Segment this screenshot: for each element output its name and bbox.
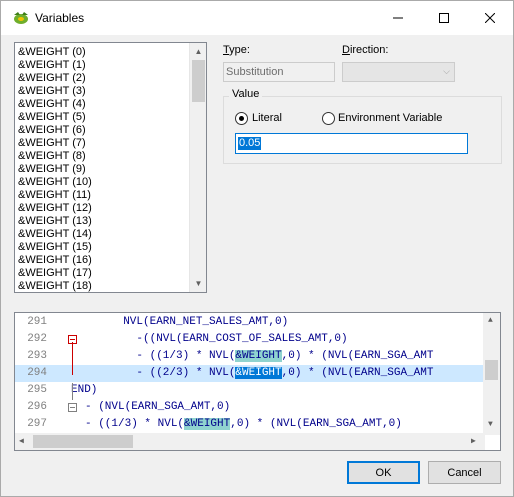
list-item[interactable]: &WEIGHT (15) (15, 241, 189, 254)
scroll-down-arrow-icon[interactable]: ▼ (488, 420, 493, 429)
radio-literal-label[interactable]: Literal (252, 112, 282, 124)
close-icon (485, 13, 495, 23)
code-line[interactable]: 293 - ((1/3) * NVL(&WEIGHT,0) * (NVL(EAR… (15, 348, 485, 365)
type-label-rest: ype: (229, 44, 250, 56)
code-line[interactable]: 295 END) (15, 382, 485, 399)
scroll-up-arrow-icon[interactable]: ▲ (488, 316, 493, 325)
code-text: - (NVL(EARN_SGA_AMT,0) (85, 399, 230, 416)
type-field: Substitution (223, 62, 335, 82)
list-item[interactable]: &WEIGHT (0) (15, 46, 189, 59)
value-input-selected-text: 0.05 (238, 137, 262, 150)
code-text: - ((1/3) * NVL(&WEIGHT,0) * (NVL(EARN_SG… (85, 416, 402, 433)
list-item[interactable]: &WEIGHT (8) (15, 150, 189, 163)
highlighted-variable-token: &WEIGHT (235, 350, 282, 362)
list-item[interactable]: &WEIGHT (7) (15, 137, 189, 150)
value-group-title: Value (229, 88, 263, 100)
sql-editor[interactable]: 291 NVL(EARN_NET_SALES_AMT,0) 292 -((NVL(… (14, 312, 501, 451)
direction-label-accel: D (342, 44, 350, 56)
scroll-thumb[interactable] (192, 60, 205, 102)
variable-list-scrollbar[interactable]: ▲ ▼ (189, 43, 206, 292)
list-item[interactable]: &WEIGHT (5) (15, 111, 189, 124)
list-item[interactable]: &WEIGHT (11) (15, 189, 189, 202)
chevron-down-icon: ⌵ (443, 66, 450, 76)
direction-label: Direction: (342, 44, 388, 56)
code-segment: - ((1/3) * NVL( (85, 418, 185, 430)
ok-button[interactable]: OK (347, 461, 420, 484)
code-segment: - ((2/3) * NVL( (110, 367, 236, 379)
code-segment: ,0) * (NVL(EARN_SGA_AMT (281, 367, 434, 379)
list-item[interactable]: &WEIGHT (16) (15, 254, 189, 267)
code-text: - ((2/3) * NVL(&WEIGHT,0) * (NVL(EARN_SG… (110, 365, 433, 382)
direction-combobox[interactable]: ⌵ (342, 62, 455, 82)
editor-hscroll-thumb[interactable] (33, 435, 133, 448)
code-line[interactable]: 294 - ((2/3) * NVL(&WEIGHT,0) * (NVL(EAR… (15, 365, 485, 382)
radio-environment-variable[interactable] (322, 112, 335, 125)
code-line[interactable]: 292 -((NVL(EARN_COST_OF_SALES_AMT,0) (15, 331, 485, 348)
minimize-icon (393, 17, 403, 19)
fold-guide-line (72, 342, 73, 375)
variable-list[interactable]: &WEIGHT (0) &WEIGHT (1) &WEIGHT (2) &WEIGHT… (14, 42, 207, 293)
code-segment: ,0) * (NVL(EARN_SGA_AMT (281, 350, 434, 362)
scroll-right-arrow-icon[interactable]: ▶ (471, 436, 476, 446)
scroll-down-arrow-icon[interactable]: ▼ (190, 275, 206, 292)
line-number: 293 (27, 350, 47, 362)
fold-toggle-icon[interactable] (68, 403, 77, 412)
list-item[interactable]: &WEIGHT (9) (15, 163, 189, 176)
editor-vscroll-thumb[interactable] (485, 360, 498, 380)
line-number: 292 (27, 333, 47, 345)
list-item[interactable]: &WEIGHT (1) (15, 59, 189, 72)
app-logo-icon (14, 12, 28, 24)
variables-dialog: Variables &WEIGHT (0) &WEIGHT (1) &WEIGHT … (0, 0, 514, 497)
highlighted-variable-token: &WEIGHT (184, 418, 231, 430)
highlighted-variable-token: &WEIGHT (235, 367, 282, 379)
list-item[interactable]: &WEIGHT (3) (15, 85, 189, 98)
list-item[interactable]: &WEIGHT (12) (15, 202, 189, 215)
maximize-icon (439, 13, 449, 23)
code-text: NVL(EARN_NET_SALES_AMT,0) (110, 314, 288, 331)
radio-literal[interactable] (235, 112, 248, 125)
code-segment: -((NVL(EARN_COST_OF_SALES_AMT,0) (110, 333, 348, 345)
editor-vertical-scrollbar[interactable]: ▲ ▼ (483, 313, 500, 435)
direction-label-rest: irection: (349, 44, 389, 56)
code-line[interactable]: 296 - (NVL(EARN_SGA_AMT,0) (15, 399, 485, 416)
scroll-left-arrow-icon[interactable]: ◀ (19, 436, 24, 446)
cancel-button[interactable]: Cancel (428, 461, 501, 484)
code-text: - ((1/3) * NVL(&WEIGHT,0) * (NVL(EARN_SG… (110, 348, 433, 365)
window-title: Variables (35, 11, 85, 25)
list-item[interactable]: &WEIGHT (4) (15, 98, 189, 111)
code-text: -((NVL(EARN_COST_OF_SALES_AMT,0) (110, 331, 348, 348)
minimize-button[interactable] (375, 1, 421, 35)
close-button[interactable] (467, 1, 513, 35)
line-number: 296 (27, 401, 47, 413)
line-number: 291 (27, 316, 47, 328)
type-label: Type: (223, 44, 250, 56)
maximize-button[interactable] (421, 1, 467, 35)
list-item[interactable]: &WEIGHT (14) (15, 228, 189, 241)
code-line[interactable]: 291 NVL(EARN_NET_SALES_AMT,0) (15, 314, 485, 331)
list-item[interactable]: &WEIGHT (18) (15, 280, 189, 292)
list-item[interactable]: &WEIGHT (13) (15, 215, 189, 228)
scroll-up-arrow-icon[interactable]: ▲ (190, 43, 206, 60)
code-segment: END) (71, 384, 98, 396)
list-item[interactable]: &WEIGHT (6) (15, 124, 189, 137)
code-segment: ,0) * (NVL(EARN_SGA_AMT,0) (230, 418, 402, 430)
line-number: 294 (27, 367, 47, 379)
code-line[interactable]: 297 - ((1/3) * NVL(&WEIGHT,0) * (NVL(EARN… (15, 416, 485, 433)
line-number: 297 (27, 418, 47, 430)
list-item[interactable]: &WEIGHT (17) (15, 267, 189, 280)
fold-guide-line-2 (72, 383, 73, 400)
code-segment: NVL(EARN_NET_SALES_AMT,0) (110, 316, 289, 328)
value-input[interactable]: 0.05 (235, 133, 468, 154)
line-number: 295 (27, 384, 47, 396)
list-item[interactable]: &WEIGHT (2) (15, 72, 189, 85)
code-segment: - ((1/3) * NVL( (110, 350, 236, 362)
editor-horizontal-scrollbar[interactable]: ◀ ▶ (15, 433, 485, 450)
radio-environment-variable-label[interactable]: Environment Variable (338, 112, 442, 124)
variable-list-items: &WEIGHT (0) &WEIGHT (1) &WEIGHT (2) &WEIGHT… (15, 43, 189, 292)
list-item[interactable]: &WEIGHT (10) (15, 176, 189, 189)
title-bar[interactable]: Variables (1, 1, 513, 35)
code-text: END) (71, 382, 97, 399)
code-segment: - (NVL(EARN_SGA_AMT,0) (85, 401, 231, 413)
